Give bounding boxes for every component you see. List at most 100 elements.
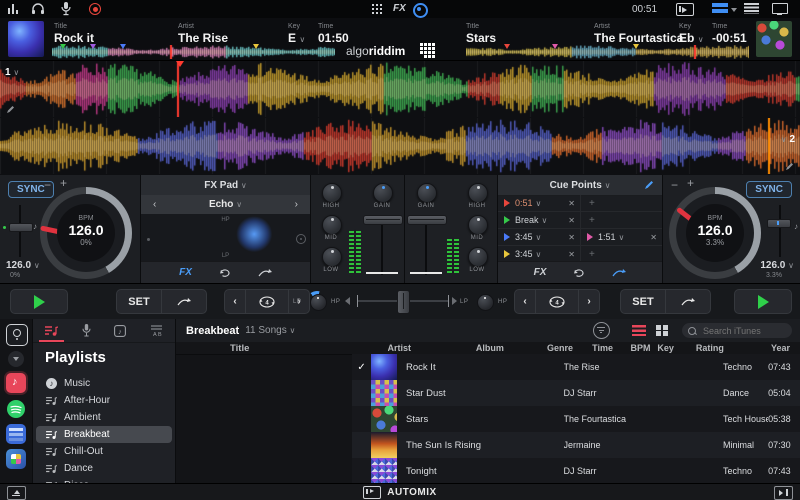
cue-delete-icon[interactable]: ✕ (568, 199, 575, 208)
col-title[interactable]: Title (224, 343, 388, 354)
cue-delete-icon[interactable]: ✕ (568, 233, 575, 242)
fx-tab[interactable]: FX (534, 267, 547, 278)
cue-slot-8-empty[interactable]: + (581, 246, 662, 262)
fx-effect-name[interactable]: Echo ∨ (156, 199, 294, 210)
cue-slot-1[interactable]: 0:51∨ ✕ (498, 195, 580, 212)
deck2-bpm-minus-button[interactable]: − (671, 178, 678, 192)
fx-tab-active[interactable]: FX (179, 267, 192, 278)
col-bpm[interactable]: BPM (631, 343, 658, 353)
loop-tab-icon[interactable] (572, 267, 586, 279)
deck2-loop-halve-button[interactable]: ‹ (514, 289, 535, 314)
cue-slot-2[interactable]: Break∨ ✕ (498, 212, 580, 229)
library-list-icon[interactable] (744, 3, 759, 14)
deck1-loop-button[interactable]: 4 (245, 289, 288, 314)
cue-delete-icon[interactable]: ✕ (568, 216, 575, 225)
cue-delete-icon[interactable]: ✕ (650, 233, 657, 242)
playlist-item[interactable]: Ambient (36, 409, 172, 426)
microphone-icon[interactable] (61, 2, 71, 16)
automix-toolbar-icon[interactable] (676, 3, 694, 16)
fx-xy-pad[interactable]: HP LP (141, 214, 310, 262)
tab-microphone[interactable] (82, 324, 91, 337)
ch2-high-knob[interactable] (468, 183, 488, 203)
crossfader-handle[interactable] (397, 290, 410, 314)
deck1-waveform-detail[interactable] (0, 61, 800, 117)
deck1-time[interactable]: 01:50 (318, 31, 349, 45)
cue-slot-4[interactable]: 3:45∨ ✕ (498, 246, 580, 262)
playlist-item-breakbeat-selected[interactable]: Breakbeat (36, 426, 172, 443)
cue-slot-3[interactable]: 3:45∨ ✕ (498, 229, 580, 246)
fx-next-button[interactable]: › (295, 199, 298, 210)
cue-slot-6-empty[interactable]: + (581, 212, 662, 229)
playlist-item[interactable]: After-Hour (36, 392, 172, 409)
deck1-set-button[interactable]: SET (116, 289, 161, 314)
tab-music-library[interactable]: ♪ (114, 325, 126, 337)
deck1-play-button[interactable] (10, 289, 68, 314)
deck2-loop-double-button[interactable]: › (578, 289, 600, 314)
deck2-filter-knob[interactable] (474, 291, 494, 311)
ch2-volume-fader[interactable] (407, 215, 447, 225)
col-time[interactable]: Time (592, 343, 630, 353)
deck2-number-label[interactable]: ∨ 2 (781, 134, 795, 145)
deck2-tempo-slider-handle[interactable] (767, 219, 791, 228)
ch1-low-knob[interactable] (322, 247, 342, 267)
table-row[interactable]: Star Dust DJ Starr Dance 05:04 128 F 201… (352, 380, 800, 406)
cue-slot-7[interactable]: 1:51∨ ✕ (581, 229, 662, 246)
song-count[interactable]: 11 Songs ∨ (245, 325, 295, 336)
playlist-item-music[interactable]: ♪ Music (36, 375, 172, 392)
cue-edit-pencil-icon[interactable] (644, 180, 654, 190)
filter-icon[interactable] (593, 322, 610, 339)
deck2-time[interactable]: -00:51 (712, 31, 747, 45)
deck1-filter-knob[interactable] (307, 291, 327, 311)
table-row[interactable]: Stars The Fourtastica Tech House 05:38 1… (352, 406, 800, 432)
deck2-sync-button[interactable]: SYNC (746, 181, 792, 198)
deck1-tempo-readout[interactable]: 126.0 ∨ (6, 260, 40, 271)
cue-jump-tab-active-icon[interactable] (612, 268, 626, 278)
deck1-bpm-plus-button[interactable]: + (60, 176, 67, 190)
col-artist[interactable]: Artist (388, 343, 476, 353)
spotify-source-icon[interactable] (7, 400, 25, 418)
deck2-set-button[interactable]: SET (620, 289, 665, 314)
grid-icon[interactable] (372, 4, 382, 14)
deck1-number-label[interactable]: 1 ∨ (5, 67, 19, 78)
display-icon[interactable] (772, 3, 788, 14)
ch1-volume-fader[interactable] (363, 215, 403, 225)
tab-match-queue[interactable]: AB (150, 325, 163, 337)
cue-jump-tab-icon[interactable] (258, 268, 272, 278)
deck2-play-button[interactable] (734, 289, 792, 314)
deck2-loop-button[interactable]: 4 (535, 289, 578, 314)
queue-panel-toggle-icon[interactable] (774, 486, 793, 500)
sidebar-toggle-icon[interactable] (7, 486, 26, 500)
deck1-bpm-minus-button[interactable]: − (44, 178, 51, 192)
search-box[interactable] (682, 323, 792, 338)
table-row[interactable]: ✓ Rock It The Rise Techno 07:43 126 E 20… (352, 354, 800, 380)
list-view-icon-active[interactable] (632, 325, 646, 336)
levels-icon[interactable] (8, 4, 19, 14)
deck2-key[interactable]: Eb ∨ (679, 31, 704, 45)
col-genre[interactable]: Genre (547, 343, 592, 353)
loop-tab-icon[interactable] (218, 267, 232, 279)
deck2-edit-pencil-icon[interactable] (785, 162, 794, 171)
table-row[interactable]: The Sun Is Rising Jermaine Minimal 07:30… (352, 432, 800, 458)
sources-collapse-chevron[interactable] (8, 351, 24, 367)
deck2-note-icon[interactable]: ♪ (794, 222, 798, 231)
videos-source-icon[interactable] (6, 424, 26, 444)
deck1-edit-pencil-icon[interactable] (6, 105, 15, 114)
col-key[interactable]: Key (657, 343, 695, 353)
crossfader-right-arrow[interactable] (452, 297, 457, 305)
cue-points-header[interactable]: Cue Points ∨ (498, 175, 662, 196)
fx-toolbar-button[interactable]: FX (393, 3, 406, 14)
ch1-gain-knob[interactable] (373, 183, 393, 203)
deck2-tempo-readout[interactable]: 126.0 ∨ (760, 260, 794, 271)
deck-layout-icon[interactable] (712, 3, 728, 14)
headphones-icon[interactable] (31, 2, 45, 15)
photos-source-icon[interactable] (6, 449, 26, 469)
deck2-jog-wheel[interactable]: BPM 126.0 3.3% (669, 187, 761, 279)
ch2-gain-knob[interactable] (417, 183, 437, 203)
deck1-jump-button[interactable] (161, 289, 207, 314)
automix-button[interactable]: AUTOMIX (363, 486, 436, 499)
grid-view-icon[interactable] (656, 325, 668, 336)
deck2-jump-button[interactable] (665, 289, 711, 314)
deck2-waveform-detail[interactable] (0, 118, 800, 174)
network-icon[interactable] (413, 3, 428, 18)
ch2-low-knob[interactable] (468, 247, 488, 267)
